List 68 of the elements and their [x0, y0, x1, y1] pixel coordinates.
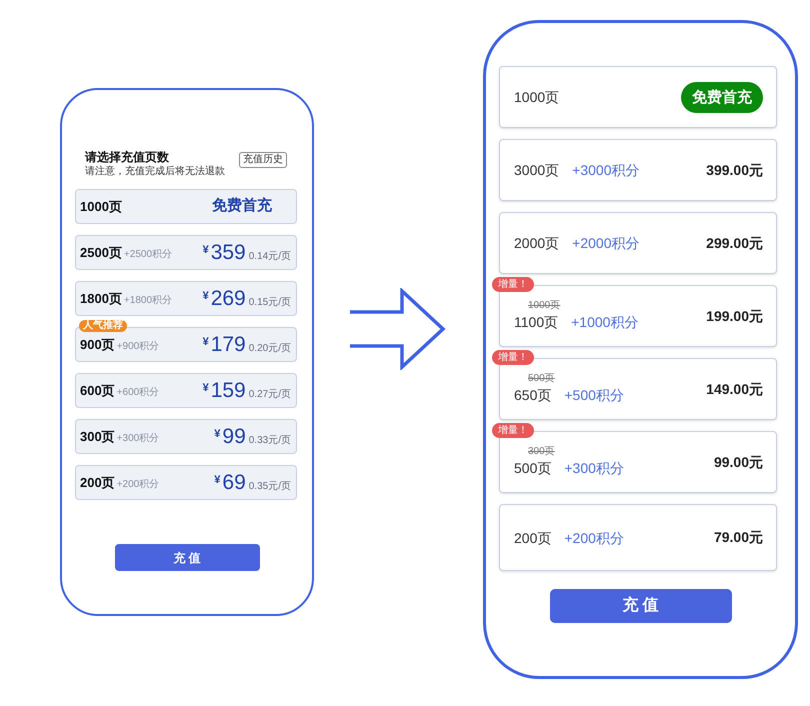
- page-count: 200页: [514, 528, 552, 548]
- price-option-card[interactable]: 1000页 免费首充: [75, 189, 297, 224]
- page-count: 900页: [80, 336, 115, 354]
- unit-price: 0.20元/页: [248, 342, 291, 356]
- bonus-points: +300积分: [564, 459, 624, 478]
- bonus-points: +3000积分: [572, 161, 640, 180]
- bonus-tag: 增量！: [492, 277, 534, 292]
- refund-notice: 请注意，充值完成后将无法退款: [85, 166, 225, 178]
- bonus-points: +300积分: [116, 432, 160, 446]
- page-count: 200页: [80, 474, 115, 492]
- price: $^{¥}$69: [214, 470, 246, 494]
- price: 199.00元: [706, 306, 763, 326]
- bonus-points: +900积分: [116, 340, 160, 354]
- unit-price: 0.35元/页: [248, 480, 291, 494]
- bonus-points: +200积分: [564, 528, 624, 548]
- price: $^{¥}$269: [202, 286, 246, 310]
- page-count: 1000页: [514, 88, 560, 106]
- price: 399.00元: [706, 160, 763, 180]
- page-count: 600页: [80, 382, 115, 400]
- price-option-card[interactable]: 300页+300积分 $^{¥}$99 0.33元/页: [75, 419, 297, 454]
- unit-price: 0.27元/页: [248, 388, 291, 402]
- price-option-card[interactable]: 200页+200积分 $^{¥}$69 0.35元/页: [75, 465, 297, 500]
- history-button[interactable]: 充值历史: [239, 152, 287, 168]
- original-page-count: 300页: [528, 446, 555, 458]
- recharge-button[interactable]: 充 值: [114, 544, 260, 571]
- price: $^{¥}$99: [214, 424, 246, 448]
- bonus-points: +2500积分: [124, 248, 172, 262]
- price-option-card[interactable]: 200页 +200积分 79.00元: [499, 504, 777, 571]
- page-count: 2000页: [514, 234, 560, 253]
- free-offer-tag: 免费首充: [681, 82, 763, 112]
- bonus-tag: 增量！: [492, 350, 534, 365]
- price: $^{¥}$159: [202, 378, 246, 402]
- page-count: 1800页: [80, 290, 122, 308]
- original-page-count: 500页: [528, 373, 555, 385]
- bonus-points: +600积分: [116, 386, 160, 400]
- price-option-card[interactable]: 1800页+1800积分 $^{¥}$269 0.15元/页: [75, 281, 297, 316]
- page-count: 500页: [514, 459, 552, 478]
- unit-price: 0.15元/页: [248, 296, 291, 310]
- bonus-points: +500积分: [564, 386, 624, 405]
- page-count: 300页: [80, 428, 115, 446]
- page-count: 2500页: [80, 244, 122, 262]
- price: 299.00元: [706, 234, 763, 252]
- bonus-points: +1000积分: [571, 313, 638, 332]
- price: 149.00元: [706, 380, 763, 398]
- price-option-card[interactable]: 2500页+2500积分 $^{¥}$359 0.14元/页: [75, 235, 297, 270]
- price: 79.00元: [714, 528, 763, 547]
- bonus-points: +1800积分: [124, 294, 172, 308]
- bonus-points: +200积分: [116, 478, 160, 492]
- free-offer-label: 免费首充: [212, 196, 272, 216]
- price: $^{¥}$179: [202, 332, 246, 356]
- page-count: 1000页: [80, 198, 122, 216]
- page-count: 1100页: [514, 313, 558, 332]
- page-count: 650页: [514, 386, 552, 405]
- bonus-points: +2000积分: [572, 234, 640, 253]
- page-count: 3000页: [514, 161, 560, 180]
- unit-price: 0.14元/页: [248, 250, 291, 264]
- recharge-button[interactable]: 充 值: [550, 589, 732, 623]
- original-page-count: 1000页: [528, 300, 560, 312]
- bonus-tag: 增量！: [492, 423, 534, 438]
- price-option-card[interactable]: 600页+600积分 $^{¥}$159 0.27元/页: [75, 373, 297, 408]
- price: $^{¥}$359: [202, 240, 246, 264]
- unit-price: 0.33元/页: [248, 434, 291, 448]
- price-option-card[interactable]: 3000页 +3000积分 399.00元: [499, 139, 777, 201]
- price: 99.00元: [714, 452, 763, 472]
- popular-tag: 人气推荐: [79, 320, 127, 332]
- price-option-card[interactable]: 2000页 +2000积分 299.00元: [499, 212, 777, 274]
- price-option-card[interactable]: 1000页 免费首充: [499, 66, 777, 128]
- page-title: 请选择充值页数: [85, 150, 170, 164]
